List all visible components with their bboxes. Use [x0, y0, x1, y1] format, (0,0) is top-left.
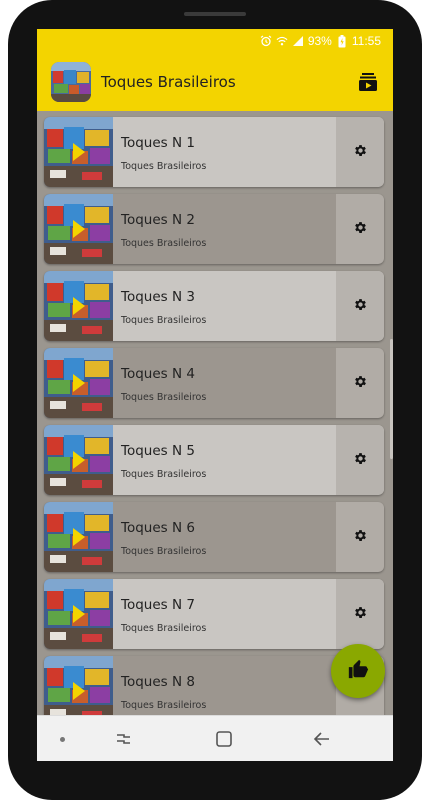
ringtone-thumbnail[interactable]: [44, 194, 113, 264]
playlist-play-icon[interactable]: [357, 71, 379, 93]
ringtone-thumbnail[interactable]: [44, 502, 113, 572]
ringtone-subtitle: Toques Brasileiros: [121, 700, 207, 711]
ringtone-title: Toques N 8: [121, 674, 195, 690]
scrollbar[interactable]: [390, 339, 393, 459]
gear-icon: [353, 374, 368, 393]
device-speaker: [184, 12, 246, 16]
ringtone-list: Toques N 1 Toques Brasileiros Toques N 2…: [37, 111, 393, 726]
gear-icon: [353, 220, 368, 239]
signal-icon: [292, 35, 304, 47]
gear-icon: [353, 605, 368, 624]
home-icon[interactable]: [214, 729, 234, 749]
ringtone-thumbnail[interactable]: [44, 425, 113, 495]
ringtone-title: Toques N 6: [121, 520, 195, 536]
ringtone-title: Toques N 7: [121, 597, 195, 613]
ringtone-subtitle: Toques Brasileiros: [121, 238, 207, 249]
phone-screen: 93% 11:55 Toques Brasileiros Toques N 1 …: [37, 29, 393, 761]
ringtone-thumbnail[interactable]: [44, 117, 113, 187]
app-title: Toques Brasileiros: [101, 73, 236, 91]
home-dot-icon: [60, 737, 65, 742]
ringtone-subtitle: Toques Brasileiros: [121, 161, 207, 172]
app-logo[interactable]: [51, 62, 91, 102]
ringtone-card[interactable]: Toques N 5 Toques Brasileiros: [44, 425, 384, 495]
battery-percent: 93%: [307, 34, 332, 48]
ringtone-thumbnail[interactable]: [44, 579, 113, 649]
ringtone-card[interactable]: Toques N 3 Toques Brasileiros: [44, 271, 384, 341]
settings-button[interactable]: [336, 502, 384, 572]
ringtone-subtitle: Toques Brasileiros: [121, 546, 207, 557]
recent-apps-icon[interactable]: [114, 729, 134, 749]
gear-icon: [353, 451, 368, 470]
gear-icon: [353, 297, 368, 316]
ringtone-subtitle: Toques Brasileiros: [121, 315, 207, 326]
status-bar: 93% 11:55: [37, 29, 393, 55]
ringtone-card[interactable]: Toques N 4 Toques Brasileiros: [44, 348, 384, 418]
settings-button[interactable]: [336, 117, 384, 187]
system-nav-bar: [37, 715, 393, 761]
ringtone-title: Toques N 4: [121, 366, 195, 382]
ringtone-subtitle: Toques Brasileiros: [121, 469, 207, 480]
alarm-icon: [260, 35, 272, 47]
gear-icon: [353, 528, 368, 547]
wifi-icon: [276, 35, 288, 47]
thumbs-up-icon: [347, 658, 369, 684]
ringtone-title: Toques N 3: [121, 289, 195, 305]
battery-charging-icon: [336, 34, 348, 47]
ringtone-title: Toques N 2: [121, 212, 195, 228]
ringtone-subtitle: Toques Brasileiros: [121, 392, 207, 403]
device-frame: 93% 11:55 Toques Brasileiros Toques N 1 …: [8, 0, 422, 800]
ringtone-thumbnail[interactable]: [44, 348, 113, 418]
ringtone-title: Toques N 1: [121, 135, 195, 151]
clock: 11:55: [351, 34, 381, 48]
settings-button[interactable]: [336, 271, 384, 341]
gear-icon: [353, 143, 368, 162]
settings-button[interactable]: [336, 579, 384, 649]
ringtone-card[interactable]: Toques N 2 Toques Brasileiros: [44, 194, 384, 264]
back-icon[interactable]: [312, 729, 332, 749]
ringtone-title: Toques N 5: [121, 443, 195, 459]
settings-button[interactable]: [336, 425, 384, 495]
app-bar: Toques Brasileiros: [37, 55, 393, 111]
settings-button[interactable]: [336, 348, 384, 418]
like-fab-button[interactable]: [331, 644, 385, 698]
ringtone-card[interactable]: Toques N 1 Toques Brasileiros: [44, 117, 384, 187]
ringtone-subtitle: Toques Brasileiros: [121, 623, 207, 634]
ringtone-card[interactable]: Toques N 6 Toques Brasileiros: [44, 502, 384, 572]
ringtone-thumbnail[interactable]: [44, 271, 113, 341]
settings-button[interactable]: [336, 194, 384, 264]
ringtone-card[interactable]: Toques N 7 Toques Brasileiros: [44, 579, 384, 649]
